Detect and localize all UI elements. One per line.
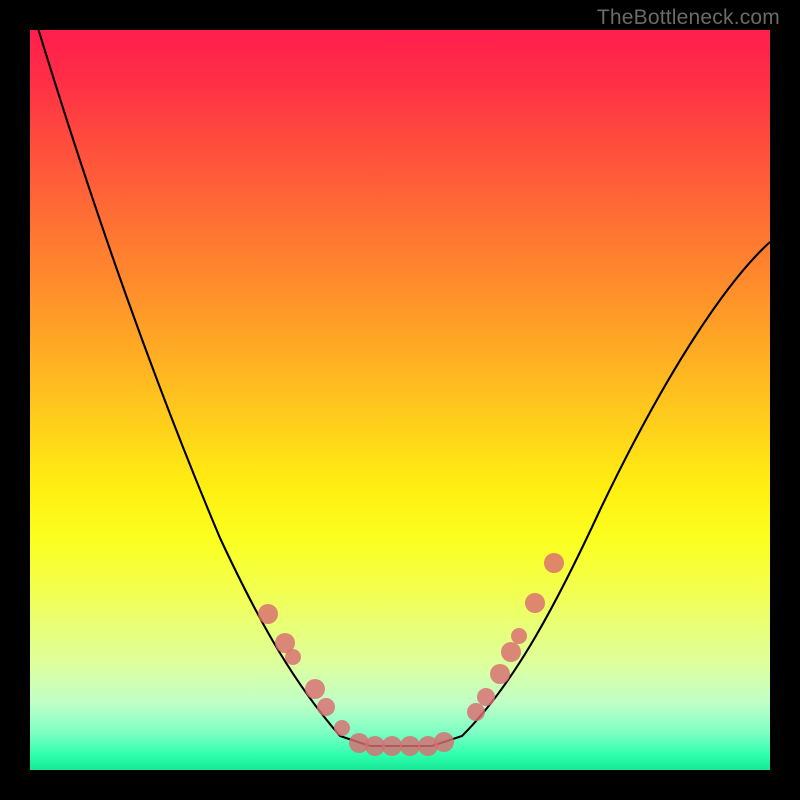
- data-point: [305, 679, 325, 699]
- bottleneck-curve-right: [432, 242, 770, 746]
- data-point: [467, 703, 485, 721]
- watermark-text: TheBottleneck.com: [597, 6, 780, 30]
- data-point: [258, 604, 278, 624]
- plot-area: [30, 30, 770, 770]
- data-point: [317, 698, 335, 716]
- data-point: [434, 732, 454, 752]
- data-point: [334, 720, 350, 736]
- data-point: [511, 628, 527, 644]
- chart-frame: TheBottleneck.com: [0, 0, 800, 800]
- data-point: [501, 642, 521, 662]
- data-point: [525, 593, 545, 613]
- bottleneck-curve-left: [30, 30, 370, 746]
- data-point: [285, 649, 301, 665]
- data-point: [400, 736, 420, 756]
- data-point: [490, 664, 510, 684]
- data-point: [544, 553, 564, 573]
- curve-canvas: [30, 30, 770, 770]
- data-points: [258, 553, 564, 756]
- data-point: [382, 736, 402, 756]
- data-point: [477, 688, 495, 706]
